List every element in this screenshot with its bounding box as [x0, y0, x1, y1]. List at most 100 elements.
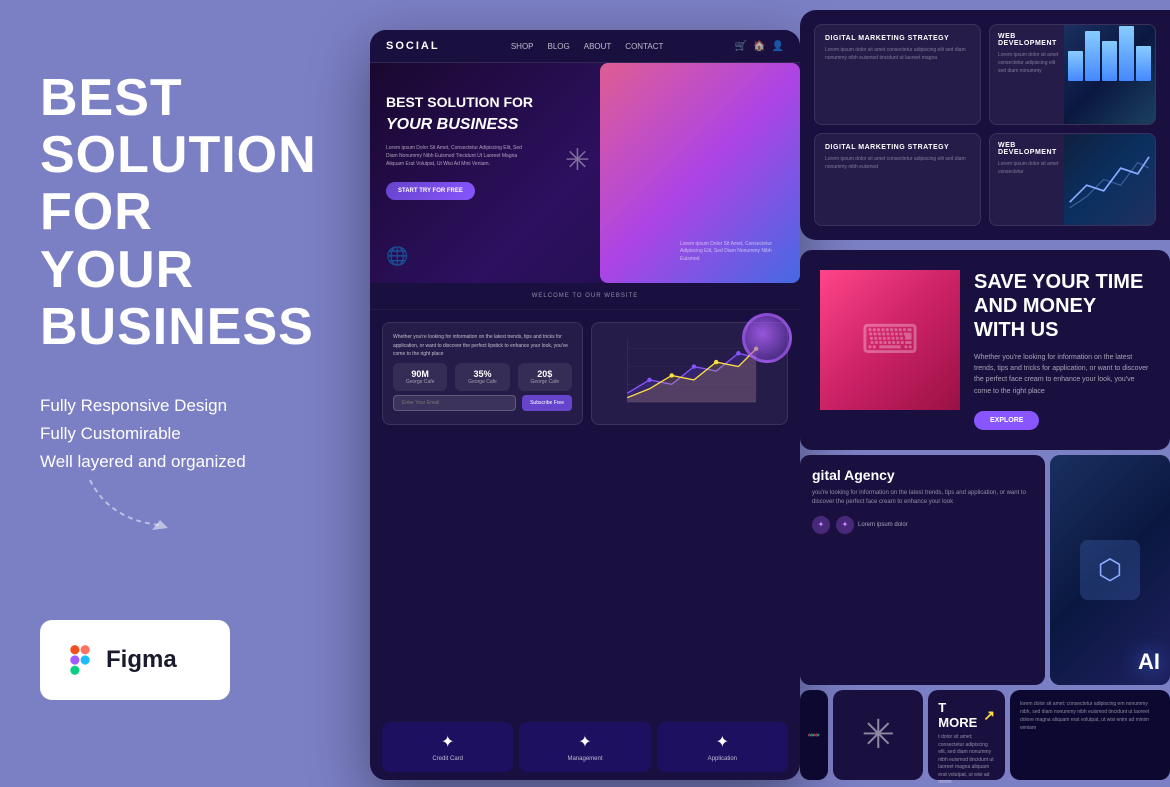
right-save-section: ⌨ SAVE YOUR TIME AND MONEY WITH US Wheth… [800, 250, 1170, 450]
main-title: BEST SOLUTION FOR YOUR BUSINESS [40, 70, 380, 356]
ai-card: ⬡ AI [1050, 455, 1170, 685]
right-card-2-image [1064, 25, 1155, 124]
service-icon-2: ✦ [836, 516, 854, 534]
agency-text: you're looking for information on the la… [812, 489, 1033, 508]
icon-label-2: Management [527, 756, 642, 762]
service-chip-1: ✦ [812, 516, 830, 534]
explore-button[interactable]: EXPLORE [974, 411, 1039, 430]
mockup-globe-text: Lorem ipsum Dolor Sit Amet, Consectetur … [680, 241, 780, 264]
icon-label-1: Credit Card [390, 756, 505, 762]
agency-services: ✦ ✦ Lorem ipsum dolor [812, 516, 1033, 534]
right-bottom-section: gital Agency you're looking for informat… [800, 455, 1170, 780]
stat-3-label: George Cafe [528, 379, 562, 385]
right-card-2-text: Lorem ipsum dolor sit amet consectetur a… [998, 51, 1065, 75]
mockup-welcome-text: WELCOME TO OUR WEBSITE [370, 283, 800, 310]
mockup-content: Whether you're looking for information o… [370, 310, 800, 437]
icon-card-2: ✦ Management [519, 722, 650, 772]
bar-3 [1102, 41, 1117, 81]
management-icon: ✦ [527, 732, 642, 752]
more-arrow-icon: ↗ [983, 707, 995, 724]
text-card: lorem dolor sit amet; consectetur adipis… [1010, 690, 1170, 780]
stat-2-value: 35% [465, 369, 499, 379]
more-card: T MORE ↗ t dolor sit amet; consectetur a… [928, 690, 1005, 780]
more-title: T MORE ↗ [938, 700, 995, 730]
mini-chart-svg [1064, 134, 1155, 225]
nav-link-blog[interactable]: BLOG [548, 42, 570, 51]
stat-1-label: George Cafe [403, 379, 437, 385]
agency-card: gital Agency you're looking for informat… [800, 455, 1045, 685]
right-card-4-title: WEB DEVELOPMENT [998, 142, 1065, 156]
right-bottom-row-2: ✳ T MORE ↗ t dolor sit amet; consectetur… [800, 690, 1170, 780]
nav-link-about[interactable]: ABOUT [584, 42, 612, 51]
service-chip-text-2: Lorem ipsum dolor [858, 522, 908, 528]
icon-card-3: ✦ Application [657, 722, 788, 772]
chart-card-2 [800, 690, 828, 780]
right-card-3-title: DIGITAL MARKETING STRATEGY [825, 144, 970, 151]
candlestick-chart [808, 698, 820, 772]
mockup-email-row: Subscribe Free [393, 395, 572, 411]
right-card-3-text: Lorem ipsum dolor sit amet consectetur a… [825, 155, 970, 171]
orb-decoration [742, 313, 792, 363]
stat-1-value: 90M [403, 369, 437, 379]
keyboard-icon: ⌨ [861, 317, 919, 363]
icon-card-1: ✦ Credit Card [382, 722, 513, 772]
chart-bars-2 [1064, 25, 1155, 85]
bar-2 [1085, 31, 1100, 81]
figma-icon [64, 644, 96, 676]
nav-link-shop[interactable]: SHOP [511, 42, 534, 51]
email-input[interactable] [393, 395, 516, 411]
chip-icon: ⬡ [1098, 553, 1122, 586]
text-card-content: lorem dolor sit amet; consectetur adipis… [1020, 700, 1160, 732]
mockup-hero-title: BEST SOLUTION FOR [386, 93, 533, 111]
save-section-image: ⌨ [820, 270, 960, 410]
right-section: DIGITAL MARKETING STRATEGY Lorem ipsum d… [800, 0, 1170, 780]
cart-icon: 🛒 [735, 41, 747, 52]
mockup-hero-content: BEST SOLUTION FOR YOUR BUSINESS Lorem ip… [386, 93, 533, 200]
right-top-cards: DIGITAL MARKETING STRATEGY Lorem ipsum d… [800, 10, 1170, 240]
agency-title: gital Agency [812, 467, 1033, 483]
right-card-4-text: Lorem ipsum dolor sit amet consectetur [998, 160, 1065, 176]
right-cards-grid: DIGITAL MARKETING STRATEGY Lorem ipsum d… [814, 24, 1156, 226]
mockup-text-card: Whether you're looking for information o… [382, 322, 583, 425]
mockup-hero-desc: Lorem ipsum Dolor Sit Amet, Consectetur … [386, 144, 526, 168]
save-section-title: SAVE YOUR TIME AND MONEY WITH US [974, 270, 1150, 342]
left-section: BEST SOLUTION FOR YOUR BUSINESS Fully Re… [0, 0, 420, 780]
mockup-nav-logo: SOCIAL [386, 40, 440, 52]
snowflake-decorative-icon: ✳ [862, 712, 896, 758]
stat-1: 90M George Cafe [393, 363, 447, 391]
feature-item-2: Fully Customirable [40, 424, 380, 444]
right-card-4: WEB DEVELOPMENT Lorem ipsum dolor sit am… [989, 133, 1156, 226]
right-card-1-title: DIGITAL MARKETING STRATEGY [825, 35, 970, 42]
snowflake-card: ✳ [833, 690, 923, 780]
mockup-hero: BEST SOLUTION FOR YOUR BUSINESS Lorem ip… [370, 63, 800, 283]
ai-chip-icon: ⬡ [1080, 540, 1140, 600]
figma-label: Figma [106, 646, 177, 674]
application-icon: ✦ [665, 732, 780, 752]
ai-label: AI [1138, 649, 1160, 675]
figma-badge: Figma [40, 620, 230, 700]
stat-2: 35% George Cafe [455, 363, 509, 391]
mockup-bottom-icons: ✦ Credit Card ✦ Management ✦ Application [370, 714, 800, 780]
user-icon: 👤 [772, 41, 784, 52]
center-mockup: SOCIAL SHOP BLOG ABOUT CONTACT 🛒 🏠 👤 BES… [370, 30, 800, 780]
nav-link-contact[interactable]: CONTACT [625, 42, 663, 51]
save-section-content: SAVE YOUR TIME AND MONEY WITH US Whether… [974, 270, 1150, 430]
hero-cta-button[interactable]: START TRY FOR FREE [386, 182, 475, 200]
right-card-3: DIGITAL MARKETING STRATEGY Lorem ipsum d… [814, 133, 981, 226]
right-card-1: DIGITAL MARKETING STRATEGY Lorem ipsum d… [814, 24, 981, 125]
save-section-text: Whether you're looking for information o… [974, 352, 1150, 397]
bar-5 [1136, 46, 1151, 81]
icon-label-3: Application [665, 756, 780, 762]
subscribe-button[interactable]: Subscribe Free [522, 395, 572, 411]
globe-icon: 🌐 [386, 246, 408, 267]
mockup-chart-card [591, 322, 788, 425]
right-card-4-image [1064, 134, 1155, 225]
more-text: t dolor sit amet; consectetur adipiscing… [938, 734, 995, 787]
feature-item-1: Fully Responsive Design [40, 396, 380, 416]
right-card-2-title: WEB DEVELOPMENT [998, 33, 1065, 47]
bar-4 [1119, 26, 1134, 81]
right-card-2: WEB DEVELOPMENT Lorem ipsum dolor sit am… [989, 24, 1156, 125]
mockup-stats: 90M George Cafe 35% George Cafe 20$ Geor… [393, 363, 572, 391]
mockup-content-row1: Whether you're looking for information o… [382, 322, 788, 425]
service-icon-1: ✦ [812, 516, 830, 534]
